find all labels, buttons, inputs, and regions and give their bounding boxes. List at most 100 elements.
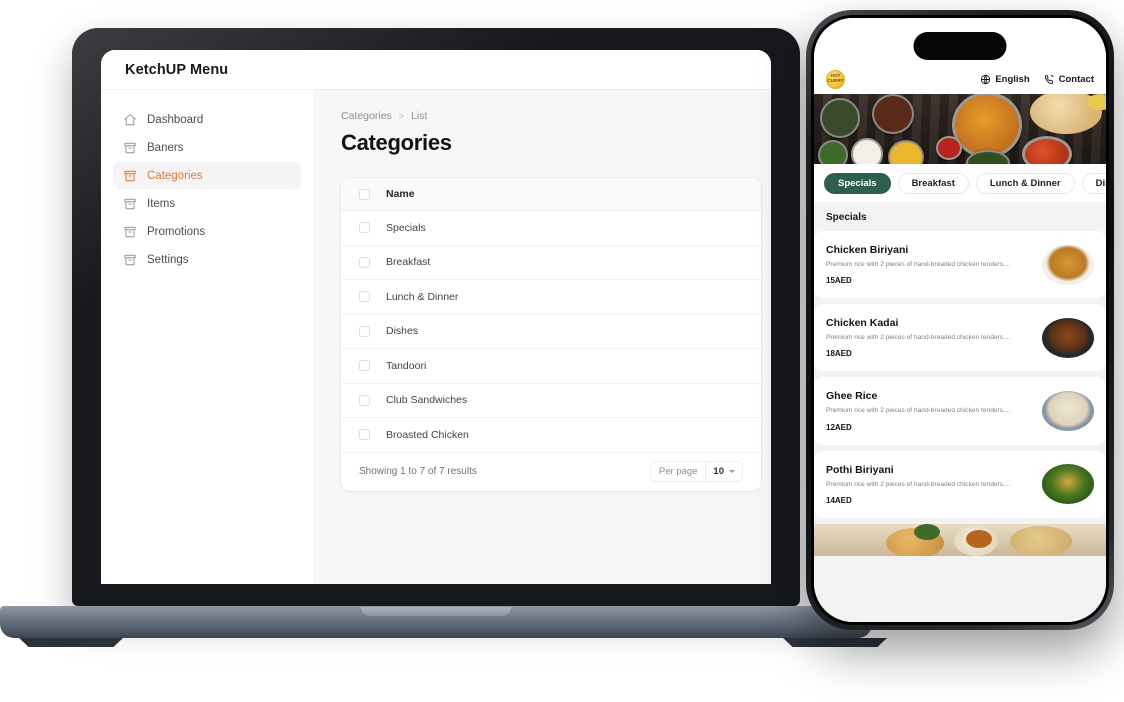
archive-icon — [123, 169, 137, 183]
row-checkbox[interactable] — [359, 429, 370, 441]
brand-logo-text: HOT CURRY — [827, 73, 844, 83]
tab-lunch-dinner[interactable]: Lunch & Dinner — [975, 173, 1075, 194]
menu-item-text: Ghee Rice Premium rice with 2 pieces of … — [826, 390, 1034, 431]
category-tabs: Specials Breakfast Lunch & Dinner Dishes — [814, 164, 1106, 202]
row-name: Specials — [386, 221, 426, 234]
row-name: Tandoori — [386, 359, 427, 372]
menu-item-name: Ghee Rice — [826, 390, 878, 403]
page-title: Categories — [341, 130, 452, 155]
row-checkbox[interactable] — [359, 360, 370, 372]
table-row[interactable]: Broasted Chicken — [341, 418, 761, 453]
ghee-rice-photo — [1042, 391, 1094, 432]
column-header-name: Name — [386, 188, 415, 200]
sidebar-item-categories[interactable]: Categories — [113, 162, 301, 189]
menu-item-card[interactable]: Chicken Biriyani Premium rice with 2 pie… — [814, 231, 1106, 299]
archive-icon — [123, 253, 137, 267]
kadai-photo — [1042, 317, 1094, 358]
sidebar-item-settings[interactable]: Settings — [113, 246, 301, 273]
phone-inner-bezel: HOT CURRY English Contact Specials Break… — [811, 15, 1109, 625]
breadcrumb-current: List — [411, 110, 428, 122]
menu-item-text: Chicken Kadai Premium rice with 2 pieces… — [826, 317, 1034, 358]
bottom-food-image — [814, 523, 1106, 556]
food-bowl — [872, 94, 914, 134]
menu-item-description: Premium rice with 2 pieces of hand-bread… — [826, 407, 1011, 415]
per-page-label: Per page — [658, 466, 698, 477]
sidebar-item-items[interactable]: Items — [113, 190, 301, 217]
row-checkbox[interactable] — [359, 222, 370, 234]
tab-specials[interactable]: Specials — [824, 173, 891, 194]
tab-breakfast[interactable]: Breakfast — [897, 173, 969, 194]
select-all-checkbox[interactable] — [359, 188, 370, 200]
screenshot-root: KetchUP Menu Dashboard Baners Categories… — [0, 0, 1124, 702]
phone-icon — [1044, 74, 1054, 84]
sidebar-item-label: Dashboard — [147, 113, 204, 126]
laptop-screen: KetchUP Menu Dashboard Baners Categories… — [101, 50, 771, 584]
breadcrumb-separator: > — [398, 111, 405, 121]
per-page-control[interactable]: Per page 10 — [649, 461, 743, 482]
brand-logo[interactable]: HOT CURRY — [826, 69, 845, 89]
row-name: Breakfast — [386, 256, 431, 269]
menu-item-card[interactable]: Pothi Biriyani Premium rice with 2 piece… — [814, 450, 1106, 518]
menu-item-price: 15AED — [826, 276, 852, 286]
table-row[interactable]: Specials — [341, 211, 761, 246]
sidebar-item-promotions[interactable]: Promotions — [113, 218, 301, 245]
menu-item-price: 12AED — [826, 422, 852, 432]
archive-icon — [123, 141, 137, 155]
food-item — [1010, 525, 1072, 556]
phone-mockup: HOT CURRY English Contact Specials Break… — [806, 10, 1114, 630]
sidebar-item-baners[interactable]: Baners — [113, 134, 301, 161]
food-bowl — [936, 136, 962, 160]
menu-item-card[interactable]: Chicken Kadai Premium rice with 2 pieces… — [814, 304, 1106, 372]
table-row[interactable]: Lunch & Dinner — [341, 280, 761, 315]
biriyani-photo — [1042, 244, 1094, 285]
row-checkbox[interactable] — [359, 394, 370, 406]
menu-item-description: Premium rice with 2 pieces of hand-bread… — [826, 334, 1011, 342]
table-header-row: Name — [341, 178, 761, 211]
results-count: Showing 1 to 7 of 7 results — [359, 466, 477, 477]
table-row[interactable]: Club Sandwiches — [341, 383, 761, 418]
app-body: Dashboard Baners Categories Items Promot… — [101, 90, 771, 584]
food-bowl — [818, 140, 848, 164]
breadcrumb: Categories > List — [341, 110, 771, 122]
sidebar-item-dashboard[interactable]: Dashboard — [113, 106, 301, 133]
sidebar-item-label: Categories — [147, 169, 203, 182]
phone-header-actions: English Contact — [980, 74, 1094, 85]
food-bowl — [820, 98, 860, 138]
breadcrumb-parent[interactable]: Categories — [341, 110, 392, 122]
menu-item-card[interactable]: Ghee Rice Premium rice with 2 pieces of … — [814, 377, 1106, 445]
phone-frame: HOT CURRY English Contact Specials Break… — [806, 10, 1114, 630]
home-icon — [123, 113, 137, 127]
contact-label: Contact — [1058, 73, 1094, 85]
app-title: KetchUP Menu — [125, 61, 229, 78]
laptop-foot-right — [783, 638, 887, 647]
tab-label: Breakfast — [911, 178, 955, 189]
sidebar-item-label: Settings — [147, 253, 189, 266]
main-content: Categories > List Categories Name Specia… — [313, 90, 771, 584]
row-checkbox[interactable] — [359, 291, 370, 303]
table-row[interactable]: Tandoori — [341, 349, 761, 384]
table-row[interactable]: Dishes — [341, 314, 761, 349]
tab-label: Specials — [838, 178, 877, 189]
laptop-mockup: KetchUP Menu Dashboard Baners Categories… — [0, 28, 887, 647]
tab-dishes[interactable]: Dishes — [1081, 173, 1106, 194]
categories-table-card: Name Specials Breakfast Lunch & Dinner D… — [341, 178, 761, 491]
contact-button[interactable]: Contact — [1044, 74, 1094, 85]
food-bowl — [851, 138, 883, 164]
menu-list-scroll[interactable]: Specials Chicken Biriyani Premium rice w… — [814, 202, 1106, 622]
row-checkbox[interactable] — [359, 256, 370, 268]
per-page-value: 10 — [713, 466, 724, 477]
row-name: Broasted Chicken — [386, 428, 469, 441]
row-checkbox[interactable] — [359, 325, 370, 337]
row-name: Dishes — [386, 325, 419, 338]
food-bowl — [952, 94, 1022, 158]
menu-item-name: Chicken Biriyani — [826, 244, 909, 256]
menu-item-image — [1042, 317, 1094, 358]
table-row[interactable]: Breakfast — [341, 245, 761, 280]
language-switcher[interactable]: English — [980, 74, 1030, 85]
sidebar: Dashboard Baners Categories Items Promot… — [101, 90, 313, 584]
globe-icon — [981, 74, 991, 84]
per-page-select[interactable]: 10 — [705, 462, 742, 481]
app-topbar: KetchUP Menu — [101, 50, 771, 90]
archive-icon — [123, 225, 137, 239]
hero-food-image — [814, 94, 1106, 164]
